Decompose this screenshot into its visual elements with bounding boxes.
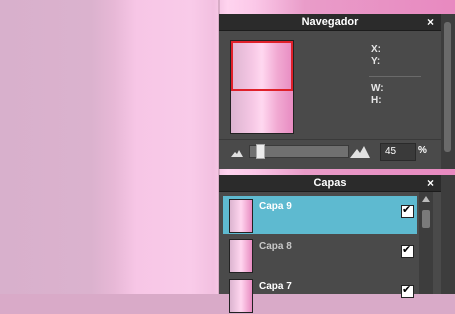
layer-row[interactable]: Capa 7 [223,276,417,314]
layer-thumbnail [229,279,253,313]
navigator-title-bar[interactable]: Navegador × [219,14,441,31]
layer-row[interactable]: Capa 8 [223,236,417,274]
zoom-input[interactable]: 45 [380,143,416,161]
navigator-title: Navegador [301,16,359,28]
checkbox-icon[interactable] [401,203,414,218]
mountain-large-icon[interactable] [350,146,370,158]
layers-title-bar[interactable]: Capas × [219,175,441,192]
panel-edge [441,175,455,294]
w-label: W: [371,83,384,94]
layer-thumbnail [229,239,253,273]
layer-row[interactable]: Capa 9 [223,196,417,234]
close-icon[interactable]: × [427,14,434,30]
checkbox-icon[interactable] [401,283,414,298]
layers-scrollbar[interactable] [419,192,433,294]
x-label: X: [371,44,381,55]
layer-thumbnail [229,199,253,233]
layers-title: Capas [313,177,347,189]
zoom-slider[interactable] [249,144,349,159]
zoom-slider-knob[interactable] [256,144,265,159]
layer-name: Capa 8 [259,241,292,252]
navigator-thumbnail[interactable] [230,40,294,134]
viewport-rectangle[interactable] [231,41,293,91]
scrollbar-thumb[interactable] [444,22,451,152]
scrollbar-thumb[interactable] [422,210,430,228]
mountain-small-icon[interactable] [231,150,243,157]
navigator-scrollbar[interactable] [441,14,455,169]
close-icon[interactable]: × [427,175,434,191]
divider [369,76,421,77]
scroll-up-icon[interactable] [422,196,430,202]
y-label: Y: [371,56,381,67]
layer-name: Capa 9 [259,201,292,212]
zoom-percent-label: % [418,145,427,156]
layers-panel: Capas × Capa 9 Capa 8 Capa 7 [219,175,441,313]
navigator-panel: Navegador × X: Y: W: H: 45 % [219,14,441,169]
layer-name: Capa 7 [259,281,292,292]
h-label: H: [371,95,382,106]
checkbox-icon[interactable] [401,243,414,258]
